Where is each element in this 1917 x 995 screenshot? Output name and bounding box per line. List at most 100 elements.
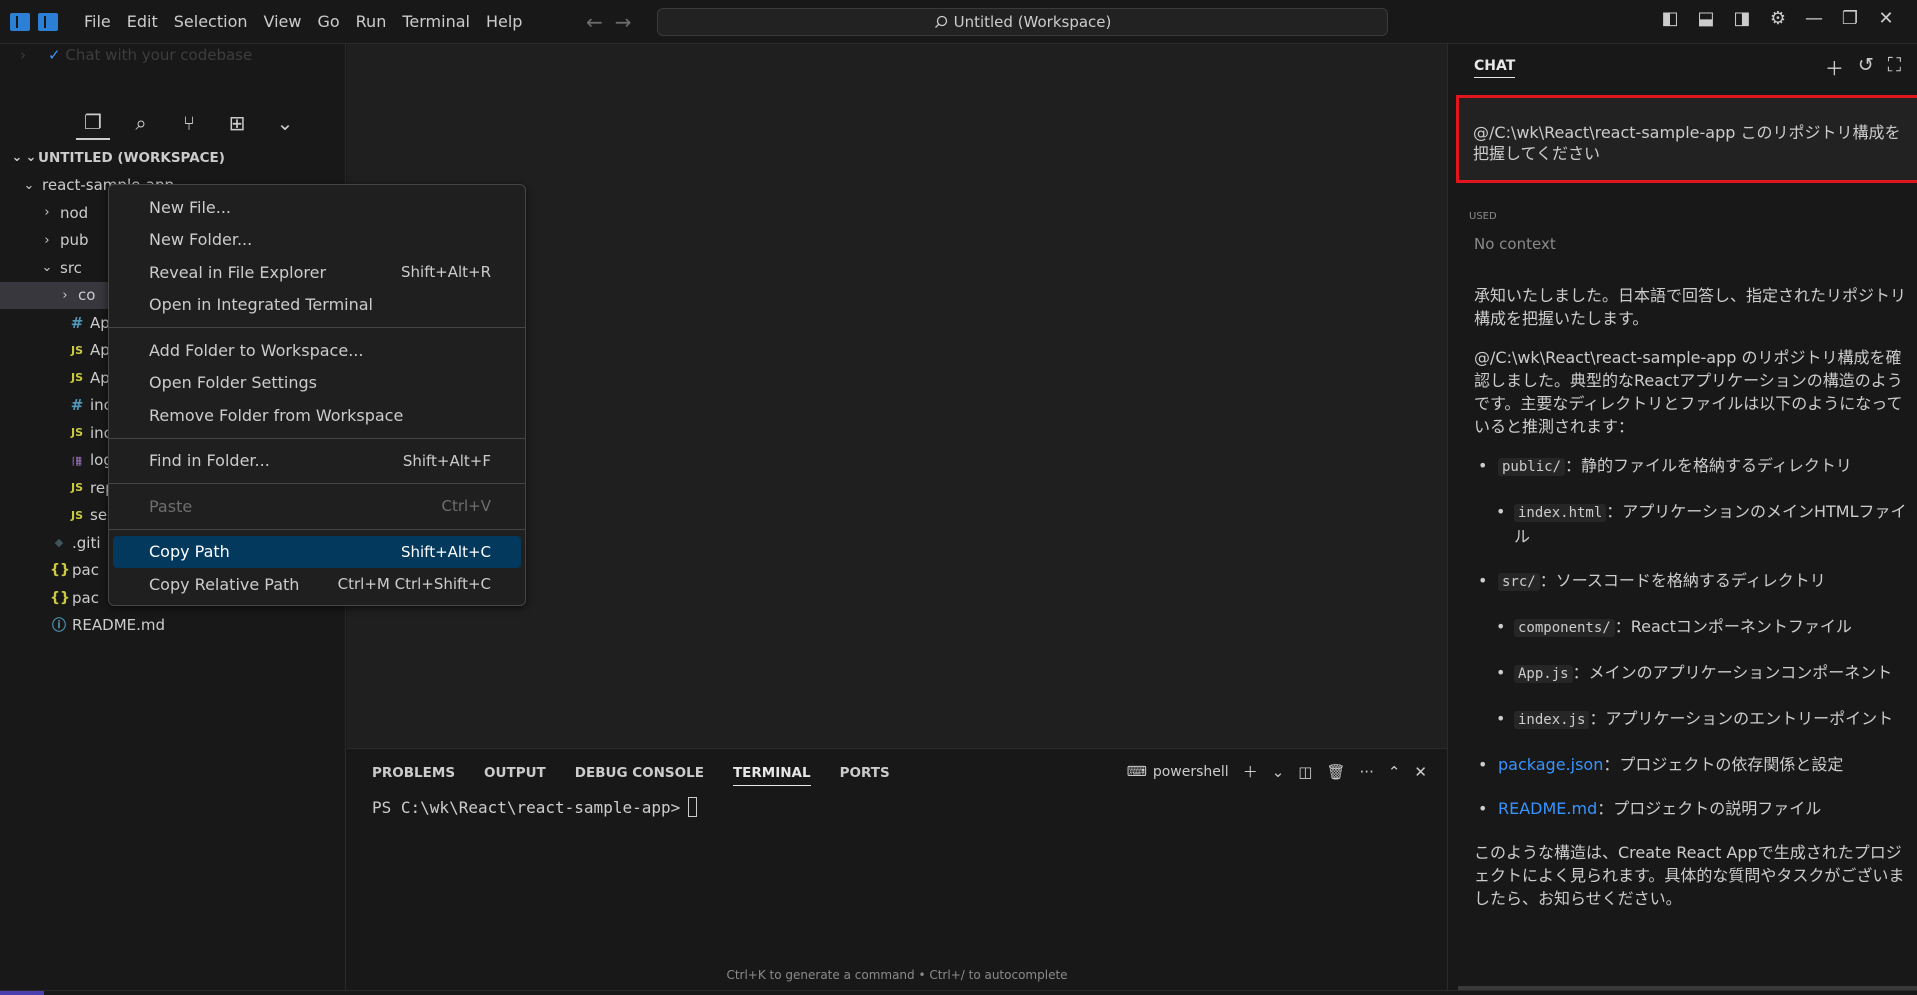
menu-item-label: New File...: [149, 197, 232, 217]
split-terminal-icon[interactable]: ◫: [1298, 763, 1312, 781]
menu-item-new-folder[interactable]: New Folder...: [113, 224, 521, 257]
new-terminal-icon[interactable]: ＋: [1243, 761, 1258, 782]
menu-item-reveal-in-file-explorer[interactable]: Reveal in File Explorer Shift+Alt+R: [113, 256, 521, 289]
minimize-icon[interactable]: —: [1803, 8, 1825, 29]
tab-debug-console[interactable]: DEBUG CONSOLE: [575, 765, 704, 786]
list-item-text: ：プロジェクトの説明ファイル: [1597, 799, 1822, 818]
menu-item-label: Add Folder to Workspace...: [149, 340, 364, 360]
menu-item-copy-path[interactable]: Copy Path Shift+Alt+C: [113, 535, 521, 568]
file-link[interactable]: README.md: [1498, 799, 1597, 818]
menu-item-add-folder-to-workspace[interactable]: Add Folder to Workspace...: [113, 334, 521, 367]
tab-ports[interactable]: PORTS: [840, 765, 890, 786]
status-bar: [0, 990, 1917, 995]
chat-panel: CHAT ＋ ↺ ⛶ ✕ @/C:\wk\React\react-sample-…: [1447, 44, 1917, 990]
tree-item-label: se: [90, 506, 108, 525]
inline-code: src/: [1498, 573, 1540, 591]
app-logo-icon-secondary: [38, 12, 58, 31]
context-menu: New File... New Folder... Reveal in File E…: [108, 184, 526, 606]
menu-item-open-in-integrated-terminal[interactable]: Open in Integrated Terminal: [113, 289, 521, 322]
menu-item-shortcut: Ctrl+M Ctrl+Shift+C: [337, 575, 491, 594]
settings-gear-icon[interactable]: ⚙: [1767, 8, 1789, 29]
menu-item-label: Open in Integrated Terminal: [149, 295, 373, 315]
more-actions-icon[interactable]: ···: [1360, 763, 1374, 781]
explorer-files-icon[interactable]: ❐: [76, 106, 110, 140]
new-chat-icon[interactable]: ＋: [1825, 54, 1844, 81]
toggle-panel-icon[interactable]: ⬓: [1695, 8, 1717, 29]
title-bar: File Edit Selection View Go Run Terminal…: [0, 0, 1917, 44]
chat-title: CHAT: [1474, 58, 1516, 78]
menu-item-label: Open Folder Settings: [149, 373, 317, 393]
menu-run[interactable]: Run: [348, 0, 395, 44]
maximize-icon[interactable]: ⛶: [1888, 54, 1901, 81]
menu-item-copy-relative-path[interactable]: Copy Relative Path Ctrl+M Ctrl+Shift+C: [113, 568, 521, 601]
terminal-hint: Ctrl+K to generate a command • Ctrl+/ to…: [726, 968, 1068, 982]
faded-header: › ✓ Chat with your codebase: [20, 46, 252, 64]
response-list-item: App.js：メインのアプリケーションコンポーネント: [1492, 661, 1914, 686]
menu-view[interactable]: View: [256, 0, 310, 44]
maximize-panel-icon[interactable]: ⌃: [1388, 763, 1401, 781]
chevron-right-icon: ›: [62, 287, 68, 303]
toggle-primary-sidebar-icon[interactable]: ◧: [1659, 8, 1681, 29]
menu-file[interactable]: File: [76, 0, 119, 44]
menu-item-new-file[interactable]: New File...: [113, 191, 521, 224]
search-view-icon[interactable]: ⌕: [124, 106, 158, 140]
close-panel-icon[interactable]: ✕: [1414, 763, 1427, 781]
back-arrow-icon[interactable]: ←: [586, 10, 603, 34]
panel-tabs: PROBLEMS OUTPUT DEBUG CONSOLE TERMINAL P…: [372, 765, 890, 786]
menu-go[interactable]: Go: [309, 0, 347, 44]
command-center-search[interactable]: Untitled (Workspace): [657, 8, 1388, 36]
menu-item-remove-folder-from-workspace[interactable]: Remove Folder from Workspace: [113, 399, 521, 432]
tab-terminal[interactable]: TERMINAL: [732, 765, 811, 786]
response-list-item: index.js：アプリケーションのエントリーポイント: [1492, 707, 1914, 732]
response-list-item: README.md：プロジェクトの説明ファイル: [1474, 797, 1914, 820]
menu-separator: [109, 437, 525, 439]
hash-file-icon: #: [70, 396, 84, 415]
terminal-icon: ⌨: [1126, 763, 1147, 780]
menu-item-label: Find in Folder...: [149, 451, 270, 471]
terminal-prompt-line[interactable]: PS C:\wk\React\react-sample-app>: [372, 797, 698, 817]
menu-help[interactable]: Help: [478, 0, 530, 44]
title-actions: ◧ ⬓ ◨ ⚙ — ❐ ✕: [1659, 8, 1897, 29]
menu-item-find-in-folder[interactable]: Find in Folder... Shift+Alt+F: [113, 445, 521, 478]
chevron-down-icon: ⌄: [25, 150, 37, 166]
git-file-icon: ◆: [54, 536, 64, 550]
trash-icon[interactable]: 🗑: [1326, 763, 1345, 781]
menu-item-label: Copy Path: [149, 542, 230, 562]
chevron-down-icon[interactable]: ⌄: [1272, 763, 1285, 781]
history-icon[interactable]: ↺: [1858, 54, 1874, 81]
menu-edit[interactable]: Edit: [119, 0, 166, 44]
logo-file-icon: ▦: [68, 454, 86, 469]
list-item-text: ：静的ファイルを格納するディレクトリ: [1565, 456, 1852, 475]
menu-selection[interactable]: Selection: [166, 0, 256, 44]
source-control-icon[interactable]: ⑂: [172, 106, 206, 140]
file-link[interactable]: package.json: [1498, 755, 1603, 774]
chevron-down-icon[interactable]: ⌄: [268, 106, 302, 140]
tree-item[interactable]: ⓘ README.md: [0, 612, 346, 640]
list-item-text: ：Reactコンポーネントファイル: [1614, 617, 1852, 636]
workspace-root[interactable]: ⌄ ⌄ UNTITLED (WORKSPACE): [0, 144, 346, 172]
menu-terminal[interactable]: Terminal: [394, 0, 478, 44]
toggle-secondary-sidebar-icon[interactable]: ◨: [1731, 8, 1753, 29]
json-file-icon: {}: [50, 589, 70, 606]
terminal-shell-selector[interactable]: ⌨ powershell: [1127, 764, 1229, 780]
workspace-label: UNTITLED (WORKSPACE): [38, 149, 225, 166]
response-list-item: components/：Reactコンポーネントファイル: [1492, 615, 1914, 640]
tab-problems[interactable]: PROBLEMS: [372, 765, 455, 786]
forward-arrow-icon[interactable]: →: [615, 10, 632, 34]
close-window-icon[interactable]: ✕: [1875, 8, 1897, 29]
list-item-text: ：プロジェクトの依存関係と設定: [1603, 755, 1844, 774]
tab-output[interactable]: OUTPUT: [484, 765, 546, 786]
menu-separator: [109, 483, 525, 484]
app-logo-icon: [10, 12, 30, 31]
menu-item-open-folder-settings[interactable]: Open Folder Settings: [113, 367, 521, 400]
terminal-prompt: PS C:\wk\React\react-sample-app>: [372, 797, 681, 817]
js-file-icon: JS: [70, 343, 83, 357]
tree-item-label: pub: [60, 231, 89, 250]
tree-item-label: Ap: [90, 341, 110, 360]
menu-item-paste: Paste Ctrl+V: [113, 490, 521, 523]
extensions-icon[interactable]: ⊞: [220, 106, 254, 140]
inline-code: components/: [1514, 619, 1615, 637]
restore-icon[interactable]: ❐: [1839, 8, 1861, 29]
chat-user-query[interactable]: @/C:\wk\React\react-sample-app このリポジトリ構成…: [1456, 95, 1917, 183]
remote-indicator[interactable]: [0, 991, 44, 995]
